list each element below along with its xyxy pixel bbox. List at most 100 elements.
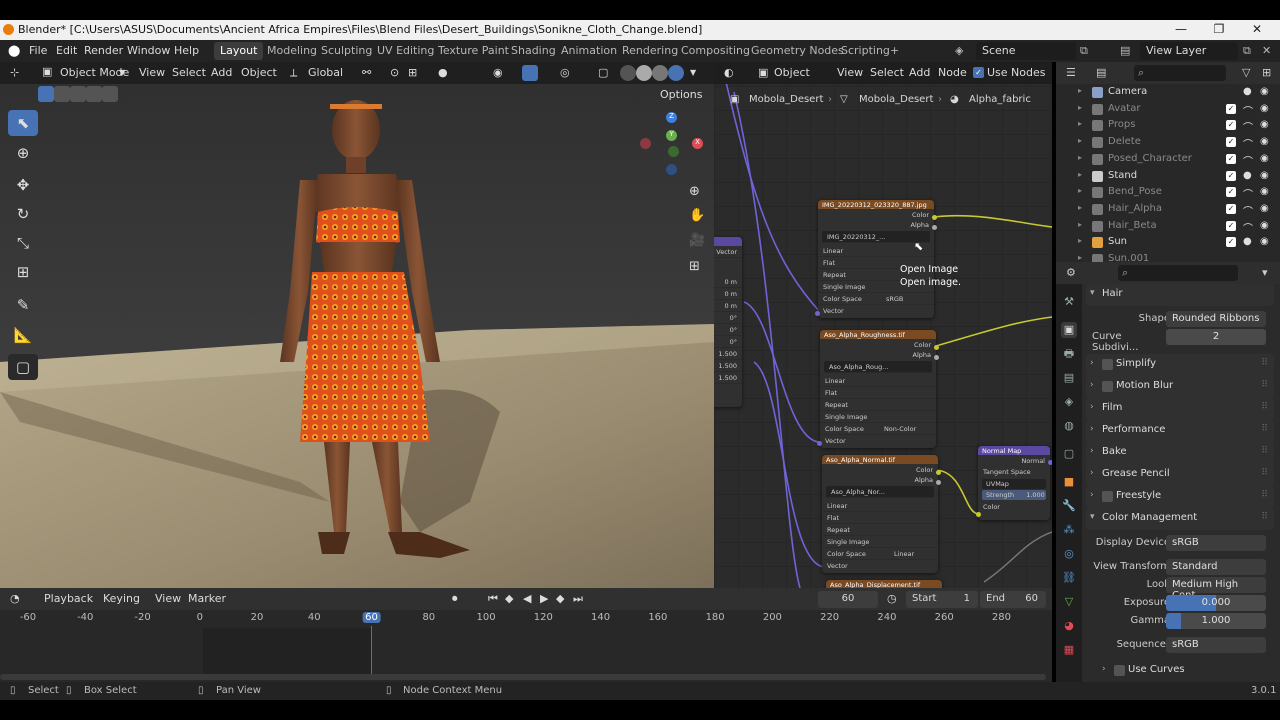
drag-handle-icon[interactable]: ⠿ <box>1261 468 1268 478</box>
expand-arrow-icon[interactable]: ▸ <box>1078 86 1082 95</box>
outliner-item[interactable]: ▸ Stand ✓ ● ◉ <box>1056 168 1280 185</box>
select-intersect-icon[interactable] <box>102 86 118 102</box>
mapping-value[interactable]: 1.500 <box>714 348 742 360</box>
render-camera-icon[interactable]: ◉ <box>1260 203 1269 214</box>
options-dropdown[interactable]: Options <box>660 88 702 101</box>
exclude-checkbox[interactable]: ✓ <box>1226 237 1236 248</box>
jump-end-icon[interactable]: ⏭ <box>573 592 583 606</box>
render-tab-icon[interactable]: ▣ <box>1061 322 1077 338</box>
marker-menu[interactable]: Marker <box>188 592 226 605</box>
end-frame-field[interactable]: End 60 <box>980 591 1046 608</box>
source-dropdown[interactable]: Single Image <box>822 536 938 548</box>
visibility-eye-icon[interactable]: ● <box>1243 170 1252 181</box>
node-menu-add[interactable]: Add <box>909 66 930 79</box>
node-menu-select[interactable]: Select <box>870 66 904 79</box>
output-tab-icon[interactable]: 🖶 <box>1061 346 1077 362</box>
scale-tool-icon[interactable]: ⤡ <box>8 230 38 256</box>
select-extend-icon[interactable] <box>54 86 70 102</box>
render-camera-icon[interactable]: ◉ <box>1260 170 1269 181</box>
close-button[interactable]: ✕ <box>1242 22 1272 36</box>
breadcrumb-material[interactable]: Alpha_fabric <box>969 94 1031 105</box>
exposure-slider[interactable]: 0.000 <box>1166 595 1266 611</box>
display-device-dropdown[interactable]: sRGB <box>1166 535 1266 551</box>
material-tab-icon[interactable]: ◕ <box>1061 618 1077 634</box>
properties-section-bake[interactable]: › Bake ⠿ <box>1086 442 1274 464</box>
node-title[interactable]: Aso_Alpha_Roughness.tif <box>820 330 936 339</box>
proportional-edit-icon[interactable]: ● <box>438 66 448 79</box>
mapping-value[interactable]: 0° <box>714 312 742 324</box>
physics-tab-icon[interactable]: ◎ <box>1061 546 1077 562</box>
view-layer-selector[interactable]: View Layer <box>1140 42 1238 60</box>
annotate-tool-icon[interactable]: ✎ <box>8 292 38 318</box>
gamma-slider[interactable]: 1.000 <box>1166 613 1266 629</box>
view-layer-remove-icon[interactable]: ✕ <box>1262 44 1271 57</box>
render-camera-icon[interactable]: ◉ <box>1260 103 1269 114</box>
properties-editor[interactable]: ⚙ ⌕ ▾ ⚒ ▣ 🖶 ▤ ◈ ◍ ▢ ■ 🔧 ⁂ ◎ ⛓ ▽ ◕ ▦ ▾ Ha… <box>1056 262 1280 682</box>
xray-icon[interactable]: ▢ <box>598 66 608 79</box>
render-camera-icon[interactable]: ◉ <box>1260 186 1269 197</box>
strength-field[interactable]: Strength 1.000 <box>982 490 1046 500</box>
timeline[interactable]: ◔ Playback Keying View Marker ⏺ ⏮ ◆ ◀ ▶ … <box>0 588 1052 682</box>
outliner-item[interactable]: ▸ Delete ✓ ⌒ ◉ <box>1056 134 1280 151</box>
menu-render[interactable]: Render <box>84 44 123 57</box>
shading-options-icon[interactable]: ▼ <box>690 68 696 77</box>
constraints-tab-icon[interactable]: ⛓ <box>1061 570 1077 586</box>
mapping-value[interactable]: 0° <box>714 336 742 348</box>
exclude-checkbox[interactable]: ✓ <box>1226 120 1236 131</box>
gizmo-neg-x-axis[interactable] <box>640 138 651 149</box>
editor-type-icon[interactable]: ⊹ <box>10 66 19 79</box>
expand-arrow-icon[interactable]: ▸ <box>1078 170 1082 179</box>
exclude-checkbox[interactable]: ✓ <box>1226 103 1236 114</box>
vector-socket[interactable] <box>817 441 822 446</box>
object-tab-icon[interactable]: ■ <box>1061 474 1077 490</box>
drag-handle-icon[interactable]: ⠿ <box>1261 490 1268 500</box>
render-camera-icon[interactable]: ◉ <box>1260 153 1269 164</box>
view-layer-tab-icon[interactable]: ▤ <box>1061 370 1077 386</box>
menu-window[interactable]: Window <box>127 44 170 57</box>
visibility-eye-icon[interactable]: ⌒ <box>1243 220 1253 235</box>
view-layer-copy-icon[interactable]: ⧉ <box>1243 44 1251 58</box>
select-invert-icon[interactable] <box>86 86 102 102</box>
node-title[interactable]: Aso_Alpha_Normal.tif <box>822 455 938 464</box>
visibility-eye-icon[interactable]: ⌒ <box>1243 136 1253 151</box>
color-space-row[interactable]: Color Space Non-Color <box>820 423 936 435</box>
node-title[interactable]: IMG_20220312_023320_887.jpg <box>818 200 934 209</box>
exclude-checkbox[interactable]: ✓ <box>1226 187 1236 198</box>
snap-target-icon[interactable]: ⊞ <box>408 66 417 79</box>
visibility-icon[interactable]: ◉ <box>493 66 503 79</box>
expand-arrow-icon[interactable]: ▸ <box>1078 203 1082 212</box>
properties-section-color-management[interactable]: ▾ Color Management ⠿ <box>1086 508 1274 530</box>
timeline-ruler[interactable]: -60 -40 -20 0 20 40 60 80 100 120 140 160 180 200 220 2… <box>0 612 1052 626</box>
use-curves-header[interactable]: › Use Curves <box>1086 660 1274 680</box>
new-collection-icon[interactable]: ⊞ <box>1262 66 1271 79</box>
color-input-socket[interactable] <box>976 512 981 517</box>
camera-view-icon[interactable]: 🎥 <box>689 233 705 248</box>
breadcrumb-mesh[interactable]: Mobola_Desert <box>859 94 933 105</box>
render-camera-icon[interactable]: ◉ <box>1260 236 1269 247</box>
shader-node-editor[interactable]: ◐ ▣ Object View Select Add Node ✓ Use No… <box>714 62 1052 588</box>
projection-dropdown[interactable]: Flat <box>822 512 938 524</box>
projection-dropdown[interactable]: Flat <box>820 387 936 399</box>
outliner-item[interactable]: ▸ Posed_Character ✓ ⌒ ◉ <box>1056 151 1280 168</box>
space-dropdown[interactable]: Tangent Space <box>978 466 1050 478</box>
expand-arrow-icon[interactable]: ▸ <box>1078 119 1082 128</box>
drag-handle-icon[interactable]: ⠿ <box>1261 512 1268 522</box>
chevron-down-icon[interactable]: ▾ <box>1262 266 1268 279</box>
exclude-checkbox[interactable]: ✓ <box>1226 220 1236 231</box>
timeline-type-icon[interactable]: ◔ <box>10 592 20 605</box>
source-dropdown[interactable]: Single Image <box>820 411 936 423</box>
extension-dropdown[interactable]: Repeat <box>822 524 938 536</box>
visibility-eye-icon[interactable]: ● <box>1243 236 1252 247</box>
clock-icon[interactable]: ◷ <box>887 592 897 605</box>
jump-start-icon[interactable]: ⏮ <box>488 592 498 606</box>
drag-handle-icon[interactable]: ⠿ <box>1261 380 1268 390</box>
outliner-item[interactable]: ▸ Avatar ✓ ⌒ ◉ <box>1056 101 1280 118</box>
outliner-item[interactable]: ▸ Sun ✓ ● ◉ <box>1056 234 1280 251</box>
drag-handle-icon[interactable]: ⠿ <box>1261 358 1268 368</box>
visibility-eye-icon[interactable]: ⌒ <box>1243 119 1253 134</box>
properties-section-freestyle[interactable]: › Freestyle ⠿ <box>1086 486 1274 508</box>
node-editor-type-icon[interactable]: ◐ <box>724 66 734 79</box>
start-frame-field[interactable]: Start 1 <box>906 591 978 608</box>
outliner-item[interactable]: ▸ Bend_Pose ✓ ⌒ ◉ <box>1056 184 1280 201</box>
visibility-eye-icon[interactable]: ● <box>1243 86 1252 97</box>
